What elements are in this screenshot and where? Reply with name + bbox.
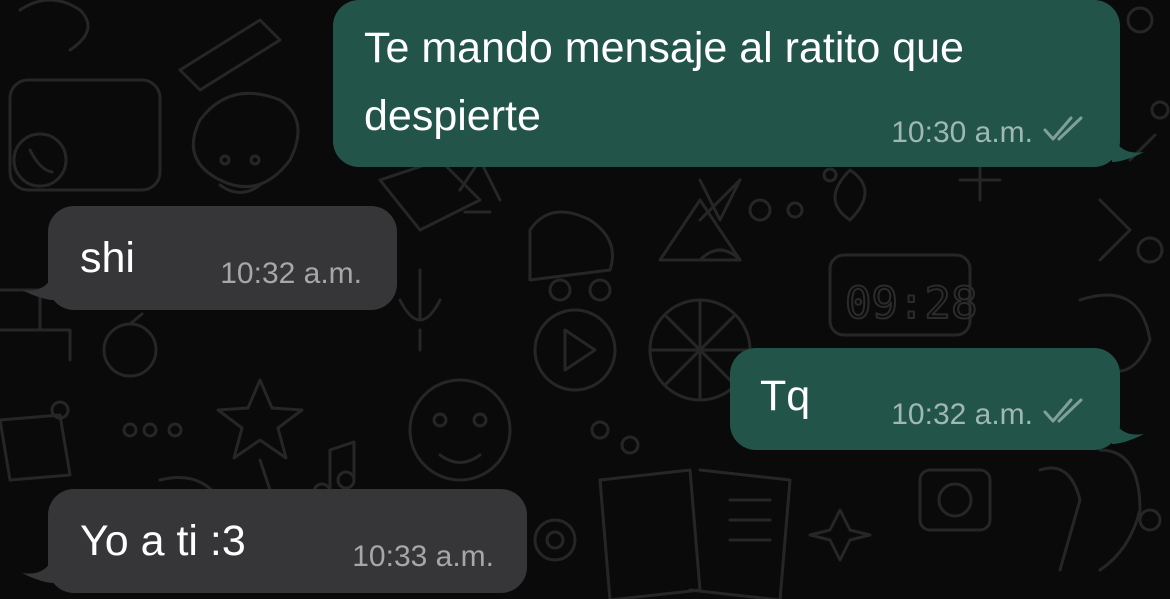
message-meta: 10:30 a.m. [891, 116, 1089, 150]
message-timestamp: 10:30 a.m. [891, 116, 1033, 149]
wallpaper-sparkle-doodle [808, 508, 872, 562]
wallpaper-pencil-doodle [178, 18, 282, 92]
message-meta: 10:32 a.m. [891, 398, 1089, 432]
message-text-line: despierte [364, 92, 541, 140]
bubble-tail-outgoing [1112, 132, 1144, 162]
message-text: Yo a ti :3 [80, 517, 246, 565]
wallpaper-clock-text: 09:28 [845, 278, 977, 329]
wallpaper-star-doodle [216, 378, 304, 460]
wallpaper-box-doodle [378, 158, 482, 232]
wallpaper-ticket-doodle [0, 413, 72, 482]
wallpaper-tablet-doodle [8, 78, 162, 192]
wallpaper-music-note-doodle [328, 440, 356, 492]
chat-conversation: 09:28 Te mando mensaje al ratito que des… [0, 0, 1170, 599]
message-bubble-incoming[interactable]: Yo a ti :3 10:33 a.m. [48, 489, 527, 593]
wallpaper-phone-icon [12, 132, 68, 188]
message-text-line: Te mando mensaje al ratito que [364, 24, 964, 72]
wallpaper-flipflop-doodle [1038, 466, 1082, 572]
wallpaper-face-doodle [191, 91, 300, 189]
wallpaper-flower-doodle [533, 518, 577, 562]
wallpaper-mic-doodle [398, 268, 442, 352]
message-bubble-outgoing[interactable]: Te mando mensaje al ratito que despierte… [333, 0, 1120, 167]
bubble-tail-incoming [22, 270, 54, 300]
wallpaper-clock-doodle [828, 253, 972, 337]
message-text: shi [80, 234, 135, 282]
double-check-icon [1043, 398, 1089, 432]
bubble-tail-outgoing [1112, 414, 1144, 444]
wallpaper-x-doodle [698, 178, 742, 222]
wallpaper-book-doodle [598, 468, 792, 599]
wallpaper-leaf-doodle [833, 168, 867, 222]
message-timestamp: 10:32 a.m. [220, 257, 362, 290]
wallpaper-refresh-doodle [102, 322, 158, 378]
message-meta: 10:32 a.m. [220, 257, 362, 291]
message-text: Tq [760, 372, 811, 420]
message-bubble-incoming[interactable]: shi 10:32 a.m. [48, 206, 397, 310]
wallpaper-monkey-doodle [408, 378, 512, 482]
bubble-tail-incoming [22, 553, 54, 583]
message-timestamp: 10:33 a.m. [352, 540, 494, 573]
message-meta: 10:33 a.m. [352, 540, 494, 574]
double-check-icon [1043, 116, 1089, 150]
wallpaper-doodle [18, 0, 90, 52]
wallpaper-camera-doodle [918, 468, 992, 532]
message-timestamp: 10:32 a.m. [891, 398, 1033, 431]
message-bubble-outgoing[interactable]: Tq 10:32 a.m. [730, 348, 1120, 450]
wallpaper-play-doodle [533, 308, 617, 392]
wallpaper-car-doodle [528, 210, 614, 282]
